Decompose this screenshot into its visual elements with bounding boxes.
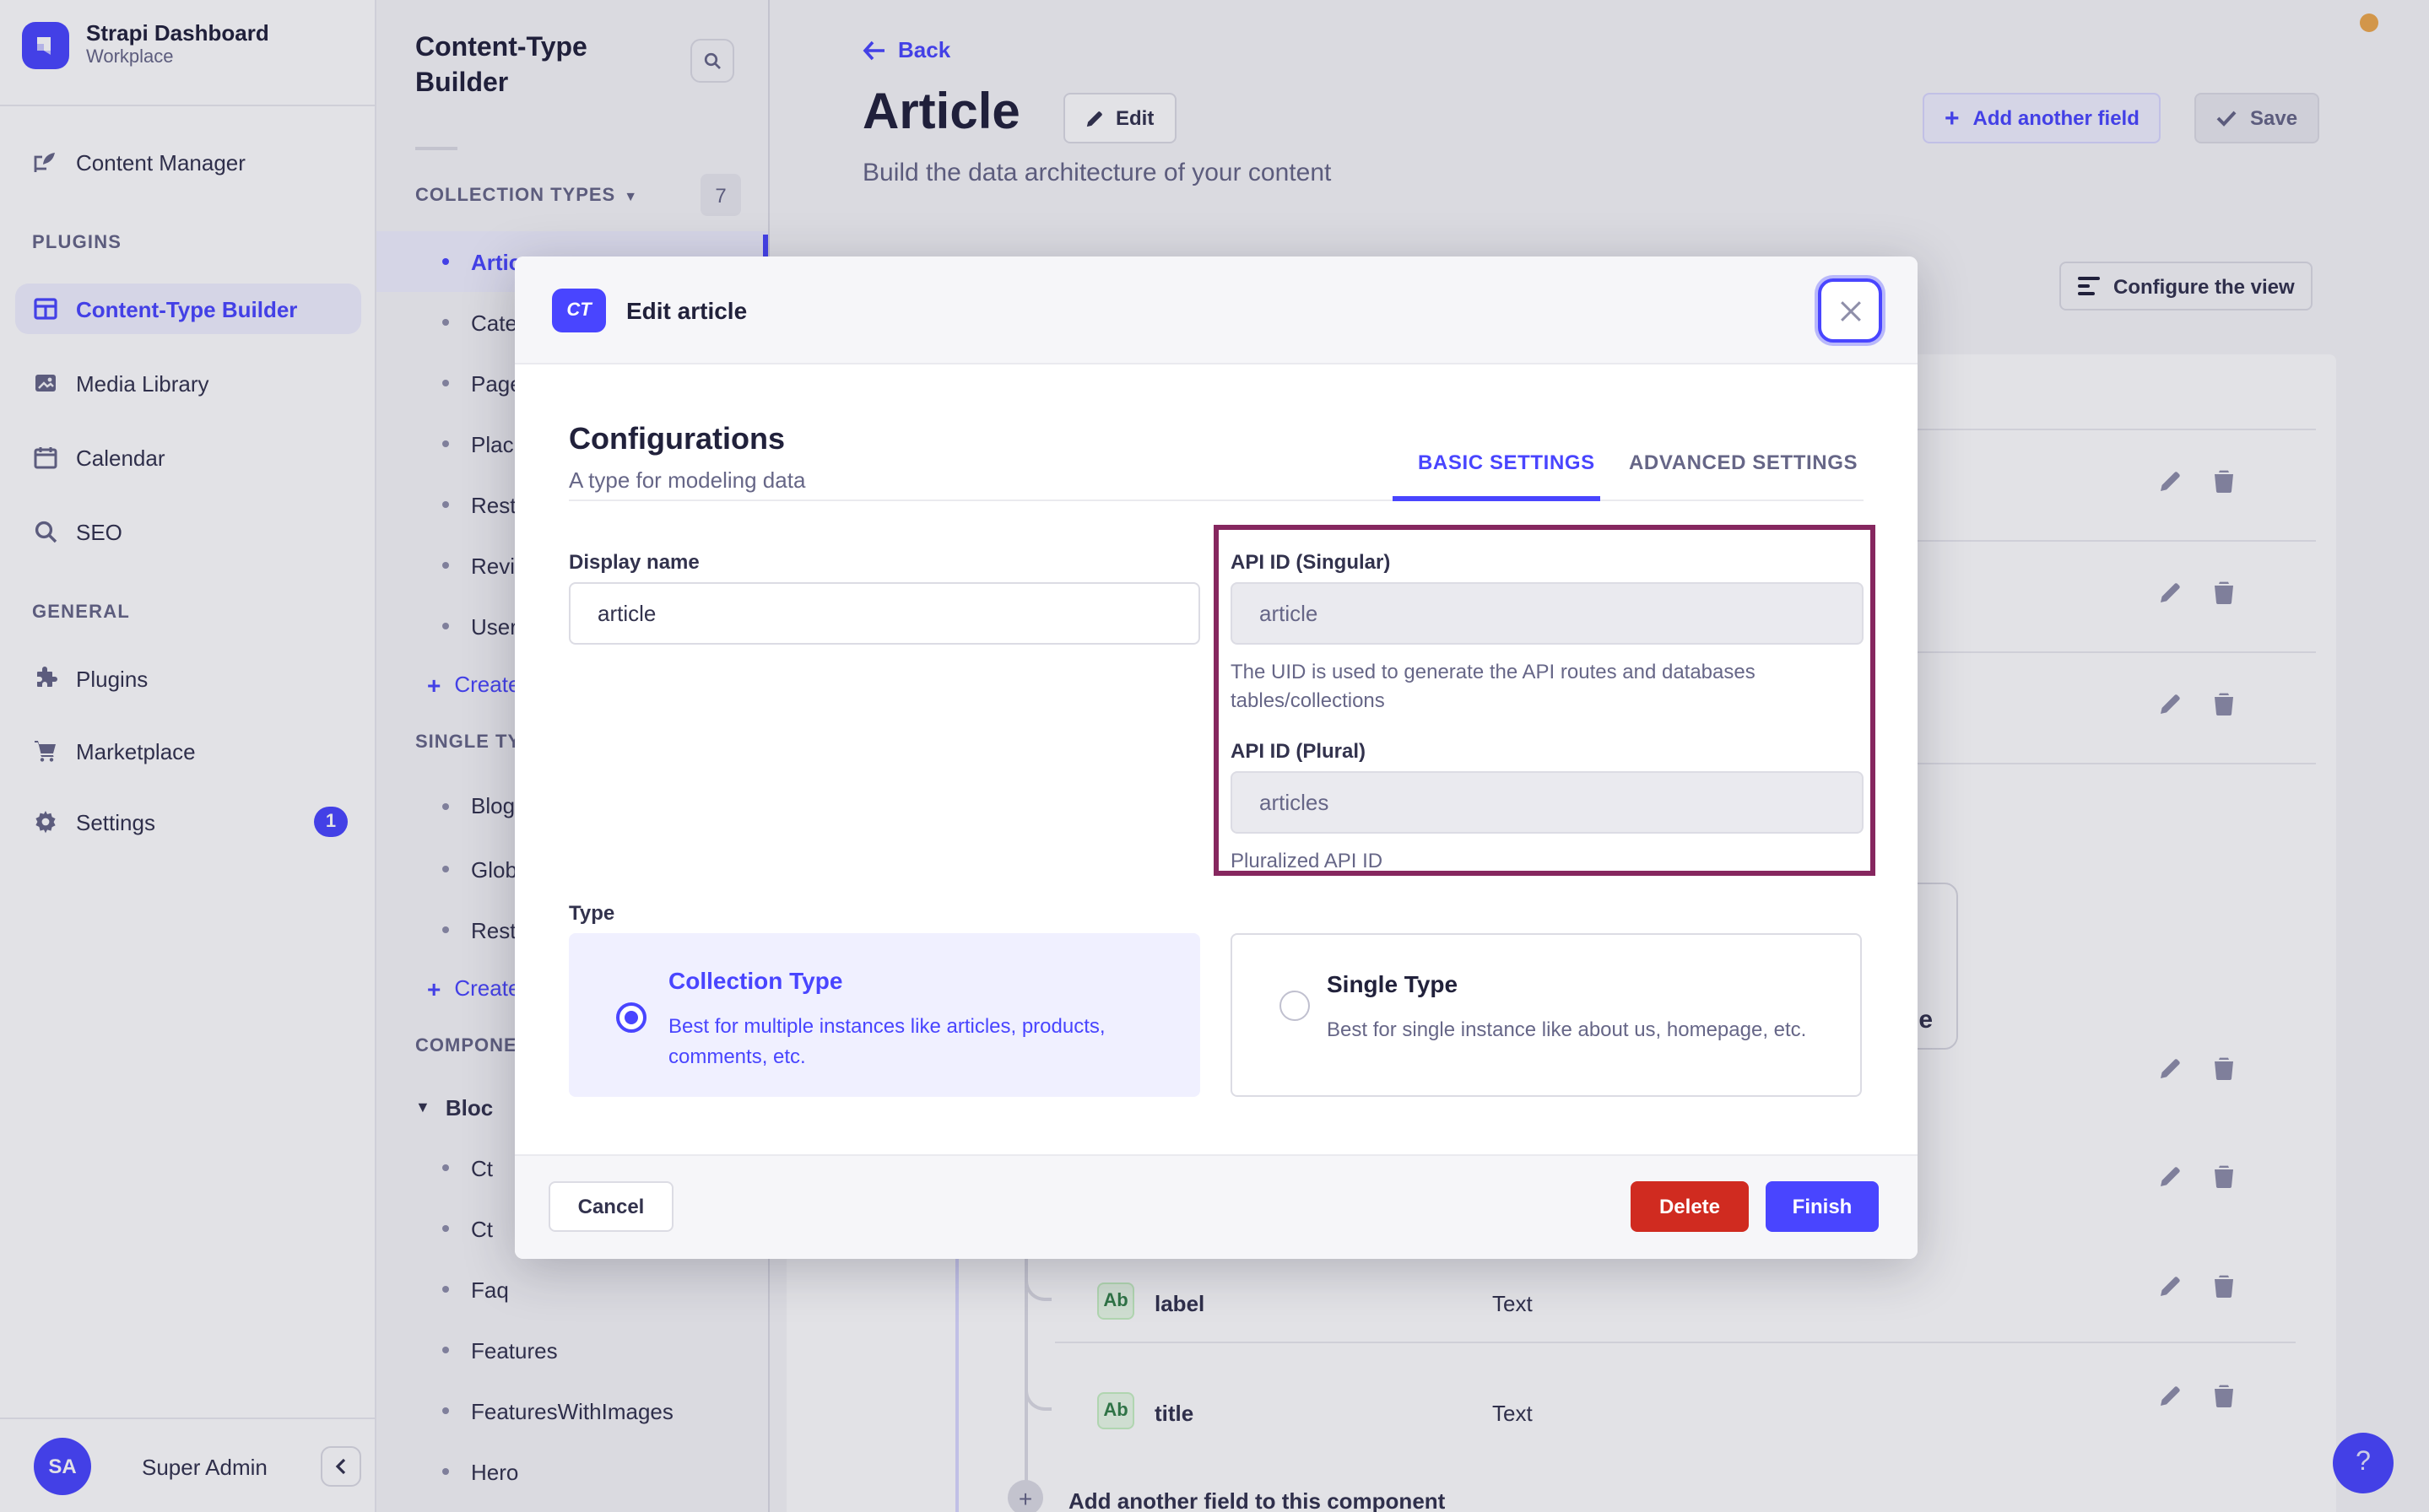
single-type-title: Single Type xyxy=(1327,970,1458,997)
single-type-option[interactable]: Single Type Best for single instance lik… xyxy=(1231,933,1862,1097)
tab-advanced-settings[interactable]: ADVANCED SETTINGS xyxy=(1629,451,1858,474)
screen: Strapi Dashboard Workplace Content Manag… xyxy=(0,0,2429,1512)
active-tab-indicator xyxy=(1393,496,1600,501)
cancel-button[interactable]: Cancel xyxy=(549,1181,674,1232)
modal-subheading: A type for modeling data xyxy=(569,467,806,493)
tabs-divider xyxy=(569,500,1864,501)
api-id-singular-help: The UID is used to generate the API rout… xyxy=(1231,660,1755,712)
collection-type-option[interactable]: Collection Type Best for multiple instan… xyxy=(569,933,1200,1097)
display-name-label: Display name xyxy=(569,550,700,574)
api-id-plural-input: articles xyxy=(1231,771,1864,834)
modal-heading: Configurations xyxy=(569,422,785,456)
collection-type-title: Collection Type xyxy=(668,967,843,994)
tab-basic-settings[interactable]: BASIC SETTINGS xyxy=(1418,451,1595,474)
api-id-singular-label: API ID (Singular) xyxy=(1231,550,1391,574)
radio-unselected-icon[interactable] xyxy=(1279,991,1310,1021)
collection-type-desc: Best for multiple instances like article… xyxy=(668,1014,1106,1068)
modal-title: Edit article xyxy=(626,297,748,324)
content-type-badge: CT xyxy=(552,289,606,332)
display-name-input[interactable]: article xyxy=(569,582,1200,645)
finish-button[interactable]: Finish xyxy=(1766,1181,1879,1232)
single-type-desc: Best for single instance like about us, … xyxy=(1327,1018,1807,1041)
radio-selected-icon[interactable] xyxy=(616,1002,646,1033)
api-id-singular-input: article xyxy=(1231,582,1864,645)
edit-content-type-modal: CT Edit article Configurations A type fo… xyxy=(515,256,1918,1259)
api-id-plural-label: API ID (Plural) xyxy=(1231,739,1366,763)
close-button[interactable] xyxy=(1818,278,1882,343)
delete-button[interactable]: Delete xyxy=(1631,1181,1749,1232)
type-label: Type xyxy=(569,901,615,925)
api-id-plural-help: Pluralized API ID xyxy=(1231,849,1383,872)
